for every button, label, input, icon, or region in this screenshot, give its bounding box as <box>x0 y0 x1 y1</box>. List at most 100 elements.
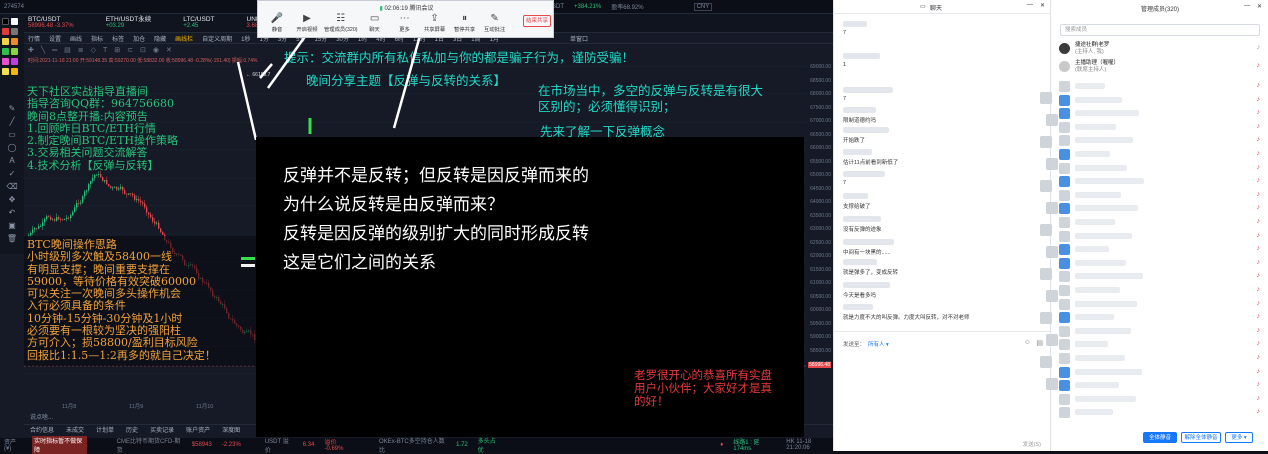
member-row[interactable]: ♪ <box>1059 257 1264 271</box>
toolbar-item[interactable]: 自定义周期 <box>202 34 232 43</box>
mic-muted-icon[interactable]: ♪ <box>1257 191 1261 198</box>
mic-muted-icon[interactable]: ♪ <box>1257 354 1261 361</box>
mic-muted-icon[interactable]: ♪ <box>1257 381 1261 388</box>
member-row[interactable]: ♪ <box>1059 80 1264 94</box>
horizontal-line-icon[interactable]: ═ <box>52 47 57 54</box>
toolbar-item[interactable]: 画线栏 <box>175 34 193 43</box>
swatch[interactable] <box>11 68 18 75</box>
swatch[interactable] <box>11 58 18 65</box>
video-button[interactable]: ▶ 开启视频 <box>294 13 320 33</box>
swatch[interactable] <box>2 28 9 35</box>
member-row[interactable]: ♪ <box>1059 107 1264 121</box>
toolbar-item[interactable]: 设置 <box>49 34 61 43</box>
swatch[interactable] <box>2 18 9 25</box>
text-icon[interactable]: A <box>9 156 14 165</box>
mic-muted-icon[interactable]: ♪ <box>1257 109 1261 116</box>
mic-icon[interactable]: ♪ <box>1257 44 1261 51</box>
mic-muted-icon[interactable]: ♪ <box>1257 408 1261 415</box>
bottom-tab[interactable]: 未成交 <box>66 425 84 434</box>
member-row[interactable]: ♪ <box>1059 175 1264 189</box>
eraser-icon[interactable]: ⌫ <box>6 182 17 191</box>
more-members-button[interactable]: 更多 ▾ <box>1225 432 1253 443</box>
mic-muted-icon[interactable]: ♪ <box>1257 218 1261 225</box>
fib-icon[interactable]: ≣ <box>78 46 84 54</box>
close-icon[interactable]: ✕ <box>1040 2 1045 9</box>
mic-muted-icon[interactable]: ♪ <box>1257 300 1261 307</box>
rectangle-icon[interactable]: ▭ <box>8 130 16 139</box>
mic-muted-icon[interactable]: ♪ <box>1257 259 1261 266</box>
swatch[interactable] <box>11 38 18 45</box>
member-row[interactable]: ♪ <box>1059 393 1264 407</box>
member-row[interactable]: ♪ <box>1059 148 1264 162</box>
channel-icon[interactable]: ▤ <box>64 46 71 54</box>
currency-select[interactable]: CNY <box>693 2 713 11</box>
mic-muted-icon[interactable]: ♪ <box>1257 272 1261 279</box>
send-button[interactable]: 发送(S) <box>1023 440 1041 448</box>
mic-muted-icon[interactable]: ♪ <box>1257 123 1261 130</box>
member-row[interactable]: ♪ <box>1059 243 1264 257</box>
mic-muted-icon[interactable]: ♪ <box>1257 150 1261 157</box>
delete-icon[interactable]: ✕ <box>166 46 172 54</box>
member-row[interactable]: ♪ <box>1059 189 1264 203</box>
mic-muted-icon[interactable]: ♪ <box>1257 232 1261 239</box>
cursor-icon[interactable]: ✚ <box>28 46 34 54</box>
bottom-tab[interactable]: 合约信息 <box>30 425 54 434</box>
bottom-tab[interactable]: 买卖记录 <box>150 425 174 434</box>
member-row[interactable]: ♪ <box>1059 311 1264 325</box>
member-row[interactable]: ♪ <box>1059 325 1264 339</box>
send-to-select[interactable]: 所有人 ▾ <box>868 340 889 348</box>
swatch[interactable] <box>11 18 18 25</box>
move-icon[interactable]: ✥ <box>9 195 16 204</box>
member-row[interactable]: ♪ <box>1059 298 1264 312</box>
annotate-button[interactable]: ✎ 互动批注 <box>482 13 508 33</box>
member-row[interactable]: ♪ <box>1059 216 1264 230</box>
ticker-1[interactable]: ETH/USDT永续 +03.29 <box>106 16 152 30</box>
trash-icon[interactable]: 🗑 <box>7 234 17 243</box>
member-row-cohost[interactable]: 主播助理（喔喔） (联席主持人) ♪ <box>1059 60 1264 74</box>
undo-icon[interactable]: ↶ <box>9 208 16 217</box>
emoji-icon[interactable]: ☺ <box>1024 339 1031 346</box>
text-tool-icon[interactable]: T <box>103 47 107 54</box>
bottom-tab[interactable]: 账户资产 <box>186 425 210 434</box>
member-row[interactable]: ♪ <box>1059 366 1264 380</box>
member-row[interactable]: ♪ <box>1059 270 1264 284</box>
eye-icon[interactable]: ◉ <box>153 46 159 54</box>
swatch[interactable] <box>11 48 18 55</box>
toolbar-item[interactable]: 画线 <box>70 34 82 43</box>
mic-muted-icon[interactable]: ♪ <box>1257 286 1261 293</box>
trend-line-icon[interactable]: ╲ <box>41 46 45 54</box>
toolbar-item[interactable]: 标签 <box>112 34 124 43</box>
bottom-tab[interactable]: 深度图 <box>222 425 240 434</box>
magnet-icon[interactable]: ⊂ <box>127 46 133 54</box>
minimize-icon[interactable]: — <box>1244 3 1250 9</box>
member-row[interactable]: ♪ <box>1059 230 1264 244</box>
member-row-host[interactable]: 捷途社群|老罗 (主持人, 我) ♪ <box>1059 42 1264 56</box>
swatch[interactable] <box>2 38 9 45</box>
mic-muted-icon[interactable]: ♪ <box>1257 313 1261 320</box>
member-search-input[interactable]: 搜索成员 <box>1060 24 1260 36</box>
shape-icon[interactable]: ◇ <box>91 46 96 54</box>
toolbar-item[interactable]: 指标 <box>91 34 103 43</box>
member-row[interactable]: ♪ <box>1059 406 1264 420</box>
swatch[interactable] <box>2 58 9 65</box>
pause-share-button[interactable]: ⏸ 暂停共享 <box>452 13 478 33</box>
mic-muted-icon[interactable]: ♪ <box>1257 164 1261 171</box>
mic-muted-icon[interactable]: ♪ <box>1257 245 1261 252</box>
lock-icon[interactable]: ⊡ <box>140 46 146 54</box>
ellipse-icon[interactable]: ◯ <box>8 143 17 152</box>
mic-muted-icon[interactable]: ♪ <box>1257 82 1261 89</box>
chat-button[interactable]: ▭ 聊天 <box>362 13 388 33</box>
member-row[interactable]: ♪ <box>1059 94 1264 108</box>
member-row[interactable]: ♪ <box>1059 162 1264 176</box>
end-share-button[interactable]: 结束共享 <box>523 15 551 27</box>
member-row[interactable]: ♪ <box>1059 121 1264 135</box>
close-icon[interactable]: ✕ <box>1257 3 1262 10</box>
member-row[interactable]: ♪ <box>1059 284 1264 298</box>
mute-all-button[interactable]: 全体静音 <box>1143 432 1177 443</box>
member-row[interactable]: ♪ <box>1059 352 1264 366</box>
share-screen-button[interactable]: ⇪ 共享屏幕 <box>422 13 448 33</box>
member-row[interactable]: ♪ <box>1059 134 1264 148</box>
file-icon[interactable]: ▤ <box>1036 339 1043 347</box>
mute-button[interactable]: 🎤 静音 <box>264 13 290 33</box>
mic-muted-icon[interactable]: ♪ <box>1257 177 1261 184</box>
